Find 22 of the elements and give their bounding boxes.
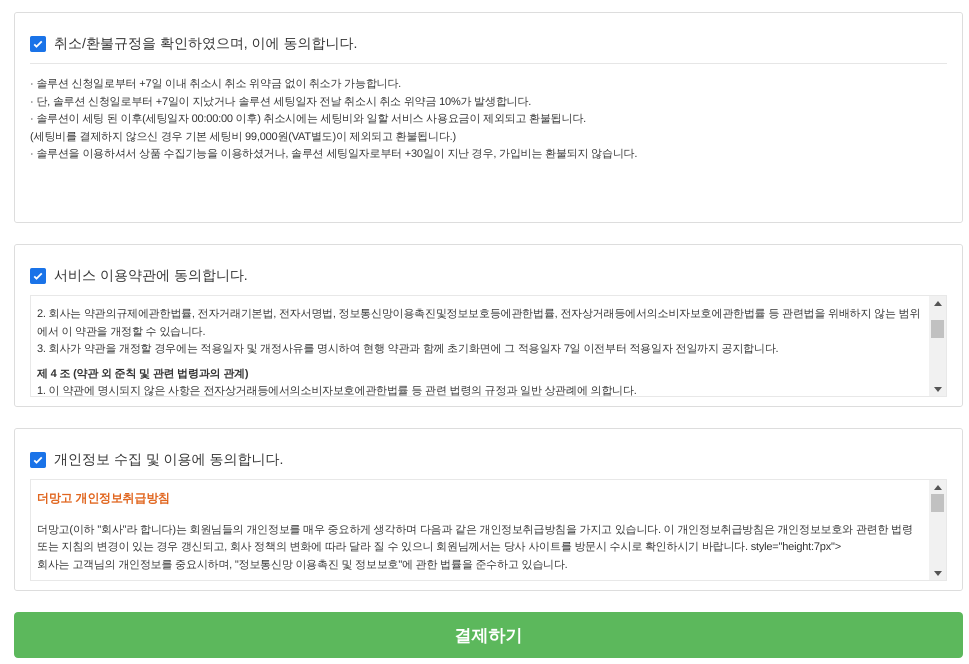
scrollbar[interactable] <box>929 296 946 396</box>
body-text: · 솔루션이 세팅 된 이후(세팅일자 00:00:00 이후) 취소시에는 세팅비와 일할 서비스 사용요금이 제외되고 환불됩니다. <box>30 112 587 127</box>
checkbox-label[interactable]: 개인정보 수집 및 이용에 동의합니다. <box>54 450 284 468</box>
policy-title: 더망고 개인정보취급방침 <box>37 490 171 507</box>
body-text: 3. 회사가 약관을 개정할 경우에는 적용일자 및 개정사유를 명시하여 현행 약관과 함께 초기화면에 그 적용일자 7일 이전부터 적용일자 전일까지 공지합니다. <box>37 342 780 357</box>
scrollbar-thumb[interactable] <box>931 494 944 512</box>
checkbox[interactable] <box>30 36 46 52</box>
body-text: · 단, 솔루션 신청일로부터 +7일이 지났거나 솔루션 세팅일자 전날 취소시 취소 위약금 10%가 발생합니다. <box>30 94 532 110</box>
checkbox-label[interactable]: 서비스 이용약관에 동의합니다. <box>54 266 248 284</box>
body-text: (세팅비를 결제하지 않으신 경우 기본 세팅비 99,000원(VAT별도)이 제외되고 환불됩니다.) <box>30 130 457 144</box>
scrollbar[interactable] <box>929 480 946 580</box>
body-text: 1. 이 약관에 명시되지 않은 사항은 전자상거래등에서의소비자보호에관한법률 등 관련 법령의 규정과 일반 상관례에 의합니다. <box>37 384 638 396</box>
body-text: · 솔루션을 이용하셔서 상품 수집기능을 이용하셨거나, 솔루션 세팅일자로부터 +30일이 지난 경우, 가입비는 환불되지 않습니다. <box>30 147 638 162</box>
checkbox[interactable] <box>30 268 46 284</box>
scrollbar-thumb[interactable] <box>931 320 944 338</box>
body-text: 2. 회사는 약관의규제에관한법률, 전자거래기본법, 전자서명법, 정보통신망이용촉진및정보보호등에관한법률, 전자상거래등에서의소비자보호에관한법률 등 관련법을 위배하지 않는 범위에서 이 약관을 개정할 수 있습니다. <box>37 307 922 340</box>
body-text: · 솔루션 신청일로부터 +7일 이내 취소시 취소 위약금 없이 취소가 가능합니다. <box>30 77 402 92</box>
checkbox-label[interactable]: 취소/환불규정을 확인하였으며, 이에 동의합니다. <box>54 34 358 52</box>
section-heading: 제 4 조 (약관 외 준칙 및 관련 법령과의 관계) <box>37 366 250 382</box>
checkbox[interactable] <box>30 452 46 468</box>
body-text: 더망고(이하 "회사"라 합니다)는 회원님들의 개인정보를 매우 중요하게 생각하며 다음과 같은 개인정보취급방침을 가지고 있습니다. 이 개인정보취급방침은 개인정보보호와 관련한 법령 또는 지침의 변경이 있는 경우 갱신되고, 회사 정책의 변화에 따라 달라 질 수 있으니 회원님께서는 당사 사이트를 방문시 수시로 확인하시기 바랍니다. style="height:7px"> <box>37 522 914 555</box>
body-text: 회사는 고객님의 개인정보를 중요시하며, "정보통신망 이용촉진 및 정보보호"에 관한 법률을 준수하고 있습니다. <box>37 558 569 572</box>
